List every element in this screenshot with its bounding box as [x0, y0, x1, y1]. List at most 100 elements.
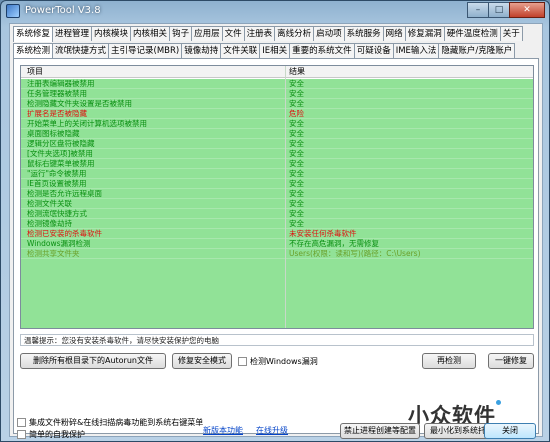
row-result: 安全 [289, 139, 304, 148]
integrate-shell-checkbox[interactable]: 集成文件粉碎&在线扫描病毒功能到系统右键菜单 [17, 417, 203, 428]
row-item: 扩展名是否被隐藏 [27, 109, 87, 118]
delete-autorun-button[interactable]: 删除所有根目录下的Autorun文件 [20, 353, 166, 369]
table-row[interactable]: 检测隐藏文件夹设置是否被禁用 安全 [21, 99, 533, 109]
app-window: PowerTool V3.8 – □ ✕ 系统修复 进程管理 内核模块 内核相关 钩子应… [0, 0, 550, 442]
system-check-content: 项目 结果 注册表编辑器被禁用 安全 任务管理器被禁用 安全 检测隐藏文件夹设置是否被禁… [13, 58, 539, 434]
sub-tab[interactable]: 流氓快捷方式 [52, 43, 110, 58]
main-tab[interactable]: 注册表 [243, 26, 276, 41]
main-tab[interactable]: 进程管理 [52, 26, 93, 41]
table-row[interactable]: 检测镜像劫持 安全 [21, 219, 533, 229]
checkbox-box[interactable] [238, 357, 247, 366]
main-tab[interactable]: 钩子 [169, 26, 193, 41]
row-item: 检测流氓快捷方式 [27, 209, 87, 218]
row-item: 检测隐藏文件夹设置是否被禁用 [27, 99, 132, 108]
row-item: 注册表编辑器被禁用 [27, 79, 95, 88]
recheck-button[interactable]: 再检测 [422, 353, 476, 369]
main-tab[interactable]: 关于 [499, 26, 523, 41]
table-row[interactable]: 桌面图标被隐藏 安全 [21, 129, 533, 139]
main-tab[interactable]: 文件 [221, 26, 245, 41]
repair-safemode-button[interactable]: 修复安全模式 [172, 353, 232, 369]
sub-tab[interactable]: 重要的系统文件 [289, 43, 355, 58]
table-row[interactable]: 检测流氓快捷方式 安全 [21, 209, 533, 219]
table-row[interactable]: 鼠标右键菜单被禁用 安全 [21, 159, 533, 169]
table-row[interactable]: Windows漏洞检测 不存在高危漏洞，无需修复 [21, 239, 533, 249]
window-controls: – □ ✕ [467, 2, 545, 18]
sub-tab[interactable]: 隐藏账户/克隆账户 [438, 43, 516, 58]
row-result: 安全 [289, 99, 304, 108]
main-panel: 系统修复 进程管理 内核模块 内核相关 钩子 应用层 文件 注册表 离线分析 启动项 系统服务 网络修… [9, 23, 543, 437]
table-row[interactable]: [文件夹选项]被禁用 安全 [21, 149, 533, 159]
main-tab[interactable]: 内核相关 [130, 26, 171, 41]
self-protect-checkbox[interactable]: 简单的自我保护 [17, 429, 85, 440]
row-result: 安全 [289, 119, 304, 128]
row-result: 安全 [289, 79, 304, 88]
row-item: Windows漏洞检测 [27, 239, 91, 248]
sub-tab[interactable]: 镜像劫持 [181, 43, 222, 58]
table-row[interactable]: 开始菜单上的关闭计算机选项被禁用 安全 [21, 119, 533, 129]
main-tab[interactable]: 网络 [382, 26, 406, 41]
sub-tab[interactable]: IME输入法 [392, 43, 440, 58]
column-divider[interactable] [285, 66, 286, 328]
sub-tab[interactable]: 主引导记录(MBR) [108, 43, 183, 58]
minimize-icon[interactable]: – [467, 2, 489, 18]
row-item: 检测已安装的杀毒软件 [27, 229, 102, 238]
row-result: 安全 [289, 179, 304, 188]
main-tab[interactable]: 应用层 [191, 26, 223, 41]
online-upgrade-link[interactable]: 在线升级 [256, 425, 288, 436]
check-results-table: 项目 结果 注册表编辑器被禁用 安全 任务管理器被禁用 安全 检测隐藏文件夹设置是否被禁… [20, 65, 534, 329]
close-button[interactable]: 关闭 [484, 423, 536, 439]
main-tab[interactable]: 系统修复 [13, 26, 54, 42]
checkbox-box[interactable] [17, 418, 26, 427]
app-icon [6, 4, 20, 18]
main-tab[interactable]: 离线分析 [274, 26, 315, 41]
main-tab[interactable]: 启动项 [313, 26, 345, 41]
table-row[interactable]: 逻辑分区盘符被隐藏 安全 [21, 139, 533, 149]
row-result: 安全 [289, 159, 304, 168]
main-tab[interactable]: 系统服务 [343, 26, 384, 41]
main-tab[interactable]: 修复漏洞 [404, 26, 445, 41]
one-click-repair-button[interactable]: 一键修复 [488, 353, 534, 369]
checkbox-label: 简单的自我保护 [29, 430, 85, 439]
row-item: 开始菜单上的关闭计算机选项被禁用 [27, 119, 147, 128]
watermark-dot [496, 400, 501, 405]
sub-tab[interactable]: 可疑设备 [353, 43, 394, 58]
row-item: 任务管理器被禁用 [27, 89, 87, 98]
row-item: 鼠标右键菜单被禁用 [27, 159, 95, 168]
table-header: 项目 结果 [21, 66, 533, 78]
checkbox-label: 检测Windows漏洞 [250, 357, 318, 366]
main-tab[interactable]: 内核模块 [91, 26, 132, 41]
sub-tab-bar: 系统检测 流氓快捷方式 主引导记录(MBR) 镜像劫持 文件关联 IE相关 重要的系统文件可… [13, 43, 516, 59]
row-result: 安全 [289, 89, 304, 98]
row-item: 检测镜像劫持 [27, 219, 72, 228]
table-row[interactable]: 注册表编辑器被禁用 安全 [21, 79, 533, 89]
forbid-process-button[interactable]: 禁止进程创建等配置 [340, 423, 420, 439]
sub-tab[interactable]: 文件关联 [220, 43, 261, 58]
table-row[interactable]: 检测是否允许远程桌面 安全 [21, 189, 533, 199]
table-row[interactable]: 检测共享文件夹 Users(权限：读和写)(路径：C:\Users) [21, 249, 533, 259]
row-result: 安全 [289, 169, 304, 178]
sub-tab[interactable]: IE相关 [259, 43, 291, 58]
table-row[interactable]: IE首页设置被禁用 安全 [21, 179, 533, 189]
new-version-link[interactable]: 新版本功能 [203, 425, 243, 436]
table-row[interactable]: "运行"命令被禁用 安全 [21, 169, 533, 179]
row-result: 安全 [289, 189, 304, 198]
sub-tab[interactable]: 系统检测 [13, 43, 54, 59]
check-windows-vuln-checkbox[interactable]: 检测Windows漏洞 [238, 356, 318, 367]
row-result: Users(权限：读和写)(路径：C:\Users) [289, 249, 421, 258]
row-item: 检测共享文件夹 [27, 249, 80, 258]
row-item: 逻辑分区盘符被隐藏 [27, 139, 95, 148]
table-row[interactable]: 检测已安装的杀毒软件 未安装任何杀毒软件 [21, 229, 533, 239]
table-row[interactable]: 任务管理器被禁用 安全 [21, 89, 533, 99]
checkbox-label: 集成文件粉碎&在线扫描病毒功能到系统右键菜单 [29, 418, 204, 427]
main-tab[interactable]: 硬件温度检测 [443, 26, 501, 41]
table-row[interactable]: 检测文件关联 安全 [21, 199, 533, 209]
window-title: PowerTool V3.8 [25, 5, 101, 16]
table-row[interactable]: 扩展名是否被隐藏 危险 [21, 109, 533, 119]
row-result: 安全 [289, 209, 304, 218]
close-icon[interactable]: ✕ [509, 2, 545, 18]
maximize-icon[interactable]: □ [488, 2, 510, 18]
row-item: 检测是否允许远程桌面 [27, 189, 102, 198]
column-header-item[interactable]: 项目 [27, 66, 43, 78]
checkbox-box[interactable] [17, 430, 26, 439]
column-header-result[interactable]: 结果 [289, 66, 305, 78]
